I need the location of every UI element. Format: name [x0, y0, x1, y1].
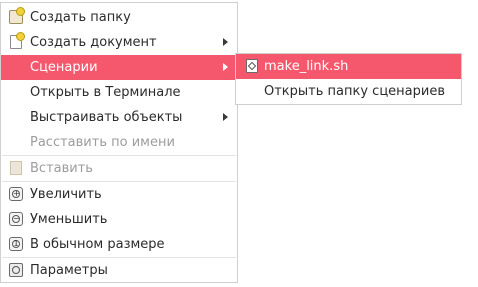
menu-item-label: Сценарии — [30, 60, 98, 75]
zoom-out-icon: − — [9, 212, 23, 226]
menu-item-label: Увеличить — [30, 187, 102, 202]
submenu-arrow-icon — [223, 113, 228, 121]
menu-item-open-terminal[interactable]: Открыть в Терминале — [1, 80, 237, 105]
menu-item-scripts[interactable]: Сценарии — [1, 55, 237, 80]
scripts-submenu: make_link.sh Открыть папку сценариев — [235, 53, 462, 105]
preferences-icon — [9, 263, 23, 277]
submenu-arrow-icon — [223, 63, 228, 71]
paste-icon — [10, 161, 22, 175]
menu-item-zoom-out[interactable]: − Уменьшить — [1, 207, 237, 232]
document-new-icon — [10, 32, 25, 49]
submenu-item-open-scripts-folder[interactable]: Открыть папку сценариев — [236, 79, 461, 104]
menu-item-sort-by-name[interactable]: Расставить по имени — [1, 130, 237, 155]
context-menu: Создать папку Создать документ Сценарии … — [0, 2, 238, 283]
menu-item-label: Открыть папку сценариев — [264, 84, 446, 99]
zoom-original-icon: 1 — [9, 237, 23, 251]
menu-item-create-folder[interactable]: Создать папку — [1, 5, 237, 30]
folder-new-icon — [9, 7, 25, 24]
menu-item-label: Уменьшить — [30, 212, 108, 227]
submenu-item-make-link[interactable]: make_link.sh — [236, 54, 461, 79]
menu-item-zoom-in[interactable]: + Увеличить — [1, 182, 237, 207]
menu-item-arrange-items[interactable]: Выстраивать объекты — [1, 105, 237, 130]
submenu-arrow-icon — [223, 38, 228, 46]
menu-item-preferences[interactable]: Параметры — [1, 258, 237, 283]
script-icon — [246, 59, 258, 73]
menu-item-label: Параметры — [30, 263, 108, 278]
menu-item-label: Выстраивать объекты — [30, 110, 183, 125]
menu-item-zoom-normal[interactable]: 1 В обычном размере — [1, 232, 237, 257]
menu-item-label: Создать папку — [30, 10, 131, 25]
menu-item-paste[interactable]: Вставить — [1, 156, 237, 181]
menu-item-label: В обычном размере — [30, 237, 165, 252]
menu-item-label: Вставить — [30, 161, 93, 176]
menu-item-label: Расставить по имени — [30, 135, 175, 150]
menu-item-create-document[interactable]: Создать документ — [1, 30, 237, 55]
menu-item-label: Открыть в Терминале — [30, 85, 181, 100]
menu-item-label: make_link.sh — [264, 59, 349, 74]
menu-item-label: Создать документ — [30, 35, 157, 50]
zoom-in-icon: + — [9, 187, 23, 201]
